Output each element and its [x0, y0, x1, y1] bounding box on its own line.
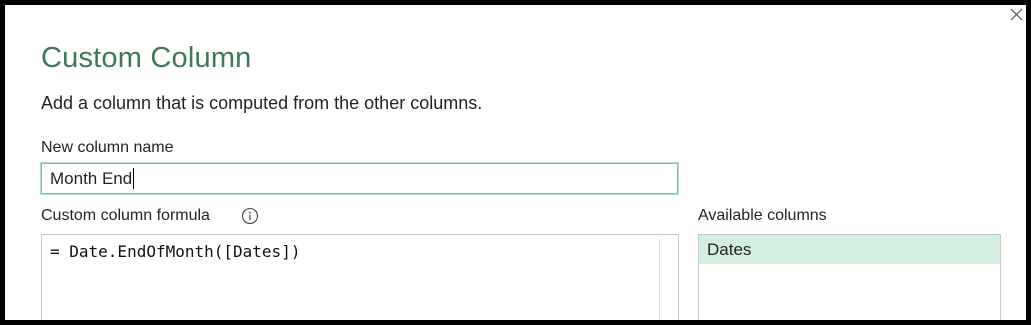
- new-column-name-label: New column name: [41, 139, 174, 156]
- custom-formula-editor[interactable]: = Date.EndOfMonth([Dates]): [41, 234, 679, 320]
- custom-column-dialog: Custom Column Add a column that is compu…: [5, 5, 1026, 320]
- formula-text: = Date.EndOfMonth([Dates]): [50, 242, 301, 261]
- new-column-name-input[interactable]: Month End: [40, 162, 679, 195]
- close-button[interactable]: [1002, 5, 1026, 27]
- info-icon[interactable]: [241, 207, 259, 225]
- available-columns-label: Available columns: [698, 207, 827, 224]
- list-item[interactable]: Dates: [699, 235, 1000, 264]
- close-icon: [1010, 8, 1023, 21]
- text-caret: [133, 167, 135, 189]
- custom-formula-label: Custom column formula: [41, 207, 210, 224]
- available-columns-list[interactable]: Dates: [698, 234, 1001, 320]
- dialog-subtitle: Add a column that is computed from the o…: [41, 93, 483, 113]
- new-column-name-value: Month End: [50, 169, 133, 188]
- dialog-title: Custom Column: [41, 42, 252, 74]
- formula-scrollbar[interactable]: [659, 239, 674, 320]
